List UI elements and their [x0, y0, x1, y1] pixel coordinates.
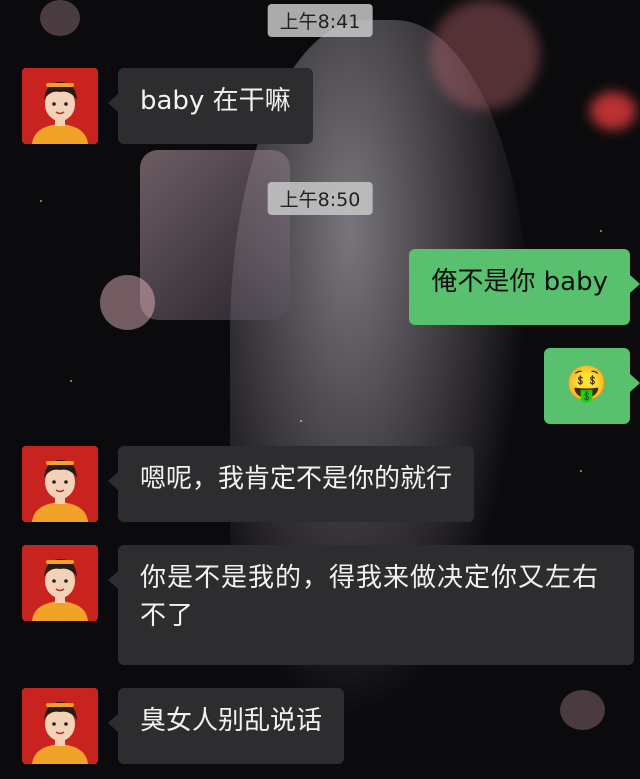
message-text: 臭女人别乱说话	[140, 706, 323, 736]
incoming-message[interactable]: 嗯呢，我肯定不是你的就行	[107, 446, 475, 522]
message-timestamp: 上午8:41	[267, 4, 373, 37]
contact-avatar[interactable]	[22, 688, 98, 764]
cartoon-boy-avatar-icon	[22, 688, 98, 764]
message-text: baby 在干嘛	[140, 86, 291, 116]
incoming-message[interactable]: 你是不是我的，得我来做决定你又左右不了	[108, 545, 634, 665]
contact-avatar[interactable]	[22, 446, 98, 522]
money-mouth-face-icon: 🤑	[565, 364, 609, 404]
cartoon-boy-avatar-icon	[22, 68, 98, 144]
star	[70, 380, 72, 382]
contact-avatar[interactable]	[22, 545, 98, 621]
cartoon-boy-avatar-icon	[22, 446, 98, 522]
wallpaper-flower	[100, 275, 155, 330]
wallpaper-balloon	[430, 0, 540, 110]
incoming-message[interactable]: 臭女人别乱说话	[107, 688, 345, 764]
astronaut-backpack	[140, 150, 290, 320]
star	[580, 470, 582, 472]
wallpaper-flower	[560, 690, 605, 730]
star	[300, 420, 302, 422]
cartoon-boy-avatar-icon	[22, 545, 98, 621]
outgoing-emoji-message[interactable]: 🤑	[544, 348, 640, 424]
star	[600, 230, 602, 232]
wallpaper-flower	[40, 0, 80, 36]
star	[40, 200, 42, 202]
message-text: 你是不是我的，得我来做决定你又左右不了	[140, 563, 600, 631]
message-text: 俺不是你 baby	[431, 267, 608, 297]
outgoing-message[interactable]: 俺不是你 baby	[409, 249, 640, 325]
incoming-message[interactable]: baby 在干嘛	[108, 68, 313, 144]
message-timestamp: 上午8:50	[267, 182, 373, 215]
message-text: 嗯呢，我肯定不是你的就行	[140, 464, 453, 494]
wallpaper-petal	[590, 92, 636, 130]
contact-avatar[interactable]	[22, 68, 98, 144]
